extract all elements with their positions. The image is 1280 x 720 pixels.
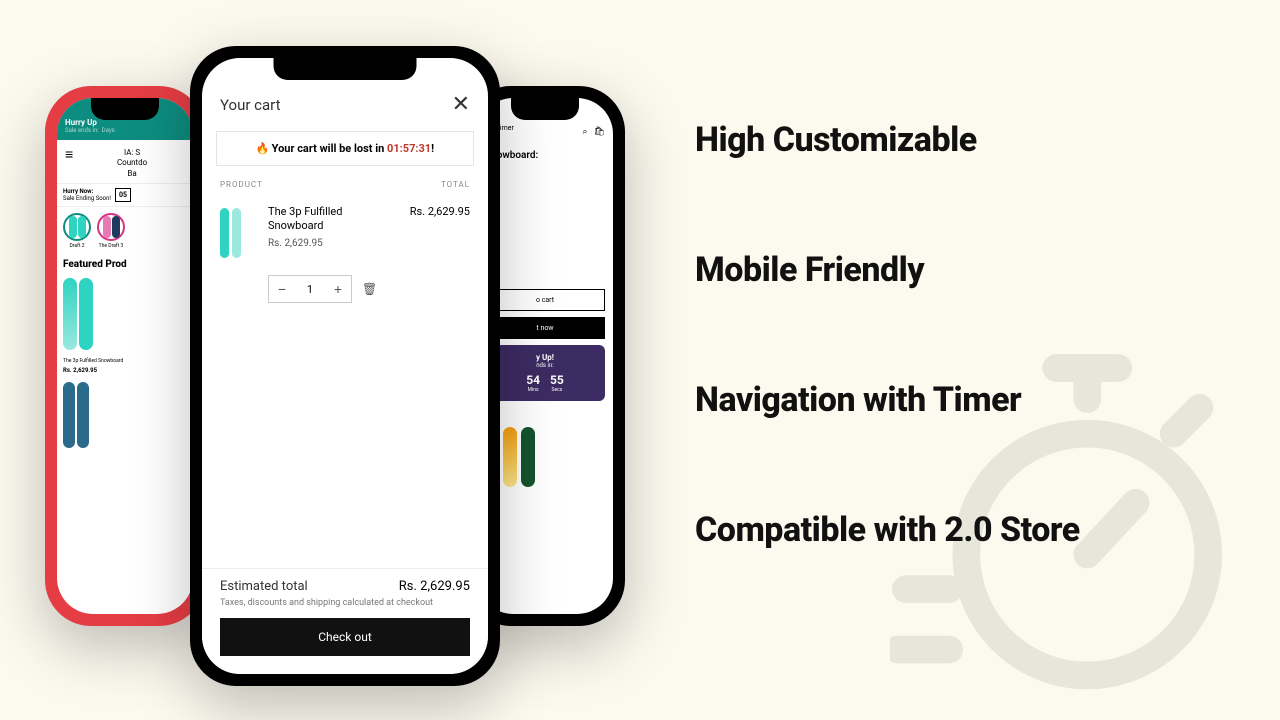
snowboard-icon	[232, 208, 241, 258]
feature-list: High Customizable Mobile Friendly Naviga…	[695, 120, 1080, 550]
product-name: The 3p Fulfilled Snowboard	[63, 358, 187, 364]
cart-columns: PRODUCT TOTAL	[202, 176, 488, 195]
snowboard-icon	[63, 382, 75, 448]
hurry-bar: Hurry Now: Sale Ending Soon! 05	[57, 183, 193, 207]
snowboard-icon	[77, 382, 89, 448]
countdown-widget: y Up! nds in: 54 Mins 55 Secs	[485, 345, 605, 401]
cart-footer: Estimated total Rs. 2,629.95 Taxes, disc…	[202, 568, 488, 674]
add-to-cart-button[interactable]: o cart	[485, 289, 605, 311]
featured-heading: Featured Prod	[57, 251, 193, 272]
sale-banner-unit: Days	[102, 127, 115, 134]
timer-secs: 55	[550, 373, 564, 387]
quantity-stepper[interactable]: − 1 +	[268, 275, 352, 303]
phone-center-frame: Your cart ✕ 🔥Your cart will be lost in 0…	[190, 46, 500, 686]
cart-note: Taxes, discounts and shipping calculated…	[220, 598, 470, 608]
menu-icon[interactable]: ≡	[65, 148, 73, 162]
timer-mins: 54	[526, 373, 540, 387]
snowboard-icon	[63, 278, 77, 350]
close-icon[interactable]: ✕	[452, 92, 470, 117]
qty-increase-button[interactable]: +	[325, 276, 351, 302]
col-total: TOTAL	[441, 180, 470, 189]
snowboard-icon	[79, 278, 93, 350]
snowboard-icon	[503, 427, 517, 487]
cart-title: Your cart	[220, 96, 281, 114]
estimated-total-amount: Rs. 2,629.95	[399, 579, 470, 594]
notch-icon	[511, 98, 579, 120]
product-card[interactable]: The 3p Fulfilled Snowboard Rs. 2,629.95	[57, 272, 193, 378]
phone-left-frame: Hurry Up Sale ends in: Days ≡ IA: S Coun…	[45, 86, 205, 626]
feature-2: Mobile Friendly	[695, 250, 1080, 290]
feature-3: Navigation with Timer	[695, 380, 1080, 420]
cart-icon[interactable]: 🛍	[594, 127, 605, 137]
sale-banner-sub: Sale ends in:	[65, 127, 99, 134]
cart-timer: 01:57:31	[387, 142, 431, 155]
cart-item-name: The 3p Fulfilled Snowboard	[268, 205, 400, 234]
product-card[interactable]	[57, 378, 193, 452]
remove-item-icon[interactable]: 🗑	[362, 282, 377, 296]
buy-now-button[interactable]: t now	[485, 317, 605, 339]
phone-stage: Hurry Up Sale ends in: Days ≡ IA: S Coun…	[45, 46, 645, 686]
notch-icon	[274, 58, 417, 80]
notch-icon	[91, 98, 159, 120]
product-price: Rs. 2,629.95	[63, 367, 187, 374]
cart-item-unit-price: Rs. 2,629.95	[268, 238, 400, 249]
qty-value: 1	[295, 283, 325, 296]
feature-4: Compatible with 2.0 Store	[695, 510, 1080, 550]
page-title: IA: S Countdo Ba	[79, 148, 185, 179]
qty-decrease-button[interactable]: −	[269, 276, 295, 302]
fire-icon: 🔥	[256, 142, 270, 155]
snowboard-icon	[220, 208, 229, 258]
estimated-total-label: Estimated total	[220, 579, 308, 594]
cart-item: The 3p Fulfilled Snowboard Rs. 2,629.95 …	[202, 195, 488, 271]
draft-item[interactable]: The Draft 3	[97, 213, 125, 249]
snowboard-icon	[521, 427, 535, 487]
feature-1: High Customizable	[695, 120, 1080, 160]
cart-warning-banner: 🔥Your cart will be lost in 01:57:31!	[216, 131, 474, 166]
draft-item[interactable]: Draft 2	[63, 213, 91, 249]
col-product: PRODUCT	[220, 180, 263, 189]
cart-item-total: Rs. 2,629.95	[410, 205, 470, 218]
hurry-day-box: 05	[115, 188, 131, 202]
search-icon[interactable]: ⌕	[583, 127, 588, 137]
draft-list: Draft 2 The Draft 3	[57, 207, 193, 251]
cart-item-image	[220, 205, 258, 261]
checkout-button[interactable]: Check out	[220, 618, 470, 656]
